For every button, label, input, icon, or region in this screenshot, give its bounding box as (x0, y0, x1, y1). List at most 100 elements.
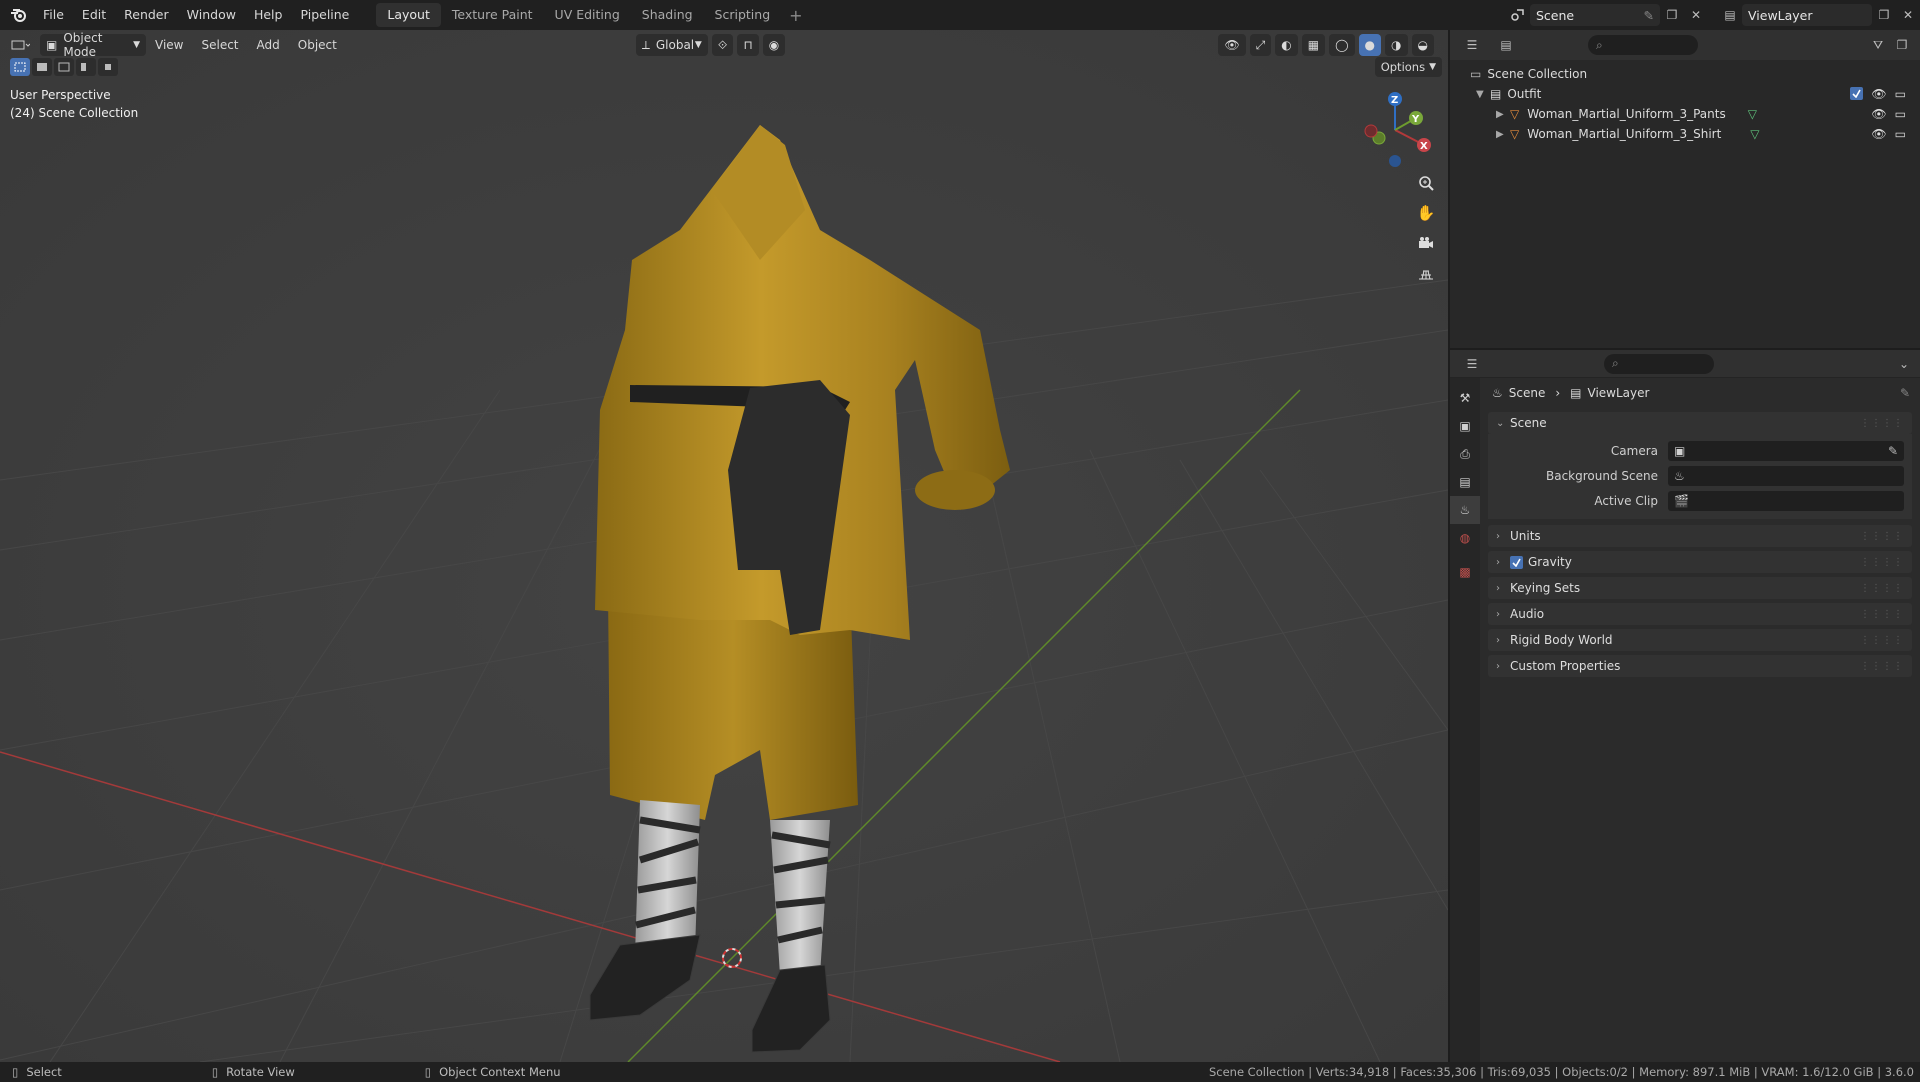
panel-keying-sets-header[interactable]: › Keying Sets ⋮⋮⋮⋮ (1488, 577, 1912, 599)
blender-logo-icon[interactable] (4, 0, 34, 30)
eyedropper-icon[interactable]: ✎ (1888, 444, 1898, 458)
scene-name-field[interactable]: Scene ✎ (1530, 4, 1660, 26)
filter-icon[interactable]: ⛛ (1866, 34, 1890, 56)
outliner-editor-type-icon[interactable]: ☰ (1460, 34, 1484, 56)
navigation-gizmo[interactable]: Z X Y (1355, 85, 1435, 175)
proportional-edit-button[interactable]: ◉ (762, 34, 786, 56)
visibility-icon[interactable]: 👁 (1218, 34, 1246, 56)
material-shading-icon[interactable]: ◑ (1385, 34, 1408, 56)
drag-grip-icon[interactable]: ⋮⋮⋮⋮ (1860, 609, 1904, 620)
drag-grip-icon[interactable]: ⋮⋮⋮⋮ (1860, 557, 1904, 568)
viewport-menu-view[interactable]: View (146, 34, 192, 56)
outliner-item-scene-collection[interactable]: ▭ Scene Collection (1450, 64, 1920, 84)
tab-scene[interactable]: ♨ (1450, 496, 1480, 524)
view-layer-icon[interactable]: ▤ (1718, 4, 1742, 26)
transform-orientation-dropdown[interactable]: ⟂ Global ▼ (635, 34, 708, 56)
panel-units-header[interactable]: › Units ⋮⋮⋮⋮ (1488, 525, 1912, 547)
tab-uv-editing[interactable]: UV Editing (544, 3, 631, 27)
pan-hand-icon[interactable]: ✋ (1412, 199, 1440, 227)
menu-file[interactable]: File (34, 3, 73, 27)
viewport-menu-select[interactable]: Select (192, 34, 247, 56)
new-collection-icon[interactable]: ❐ (1890, 34, 1914, 56)
breadcrumb-scene[interactable]: Scene (1509, 386, 1546, 400)
menu-render[interactable]: Render (115, 3, 178, 27)
new-scene-icon[interactable]: ❐ (1660, 4, 1684, 26)
select-subtract-icon[interactable] (54, 58, 74, 76)
overlays-icon[interactable]: ◐ (1275, 34, 1298, 56)
camera-field[interactable]: ▣ ✎ (1668, 440, 1904, 461)
tab-world[interactable]: ◍ (1450, 524, 1480, 552)
drag-grip-icon[interactable]: ⋮⋮⋮⋮ (1860, 661, 1904, 672)
expand-icon[interactable]: ▶ (1496, 109, 1510, 120)
render-toggle-icon[interactable]: ▭ (1895, 87, 1906, 101)
visibility-eye-icon[interactable]: 👁 (1871, 87, 1886, 101)
visibility-eye-icon[interactable]: 👁 (1871, 107, 1886, 121)
gizmo-toggle-icon[interactable]: ⤢ (1249, 34, 1272, 56)
render-toggle-icon[interactable]: ▭ (1895, 127, 1906, 141)
drag-grip-icon[interactable]: ⋮⋮⋮⋮ (1860, 418, 1904, 429)
zoom-icon[interactable] (1412, 169, 1440, 197)
expand-icon[interactable]: ▶ (1496, 129, 1510, 140)
properties-editor-type-icon[interactable]: ☰ (1460, 353, 1484, 375)
add-workspace-button[interactable]: + (781, 6, 810, 25)
gravity-checkbox[interactable] (1510, 555, 1523, 569)
pin-icon[interactable]: ✎ (1900, 386, 1910, 400)
breadcrumb-view-layer[interactable]: ViewLayer (1588, 386, 1650, 400)
panel-custom-properties-header[interactable]: › Custom Properties ⋮⋮⋮⋮ (1488, 655, 1912, 677)
select-intersect-icon[interactable] (98, 58, 118, 76)
display-mode-icon[interactable]: ▤ (1494, 34, 1518, 56)
mesh-data-icon[interactable]: ▽ (1750, 127, 1759, 141)
menu-window[interactable]: Window (178, 3, 245, 27)
menu-help[interactable]: Help (245, 3, 292, 27)
chevron-down-icon[interactable]: ⌄ (1892, 353, 1916, 375)
drag-grip-icon[interactable]: ⋮⋮⋮⋮ (1860, 583, 1904, 594)
new-view-layer-icon[interactable]: ❐ (1872, 4, 1896, 26)
expand-icon[interactable]: ▼ (1476, 89, 1490, 100)
tab-output[interactable]: ⎙ (1450, 440, 1480, 468)
drag-grip-icon[interactable]: ⋮⋮⋮⋮ (1860, 531, 1904, 542)
xray-icon[interactable]: ▦ (1301, 34, 1326, 56)
pivot-point-button[interactable]: ⟐ (711, 34, 734, 56)
outliner-item-outfit[interactable]: ▼ ▤ Outfit 👁 ▭ (1450, 84, 1920, 104)
tab-scripting[interactable]: Scripting (704, 3, 782, 27)
select-extend-icon[interactable] (32, 58, 52, 76)
exclude-checkbox[interactable] (1850, 87, 1864, 100)
tab-tool[interactable]: ⚒ (1450, 384, 1480, 412)
drag-grip-icon[interactable]: ⋮⋮⋮⋮ (1860, 635, 1904, 646)
menu-edit[interactable]: Edit (73, 3, 115, 27)
editor-type-button[interactable] (4, 34, 36, 56)
pin-icon[interactable]: ✎ (1644, 8, 1654, 23)
active-clip-field[interactable]: 🎬 (1668, 490, 1904, 511)
menu-pipeline[interactable]: Pipeline (291, 3, 358, 27)
delete-scene-icon[interactable]: ✕ (1684, 4, 1708, 26)
scene-icon[interactable] (1506, 4, 1530, 26)
solid-shading-icon[interactable]: ● (1358, 34, 1382, 56)
object-mode-dropdown[interactable]: ▣ Object Mode ▼ (40, 31, 146, 59)
view-layer-field[interactable]: ViewLayer (1742, 4, 1872, 26)
wireframe-shading-icon[interactable]: ◯ (1329, 34, 1355, 56)
outliner-item-pants[interactable]: ▶ ▽ Woman_Martial_Uniform_3_Pants ▽ 👁 ▭ (1450, 104, 1920, 124)
outliner-item-shirt[interactable]: ▶ ▽ Woman_Martial_Uniform_3_Shirt ▽ 👁 ▭ (1450, 124, 1920, 144)
tab-texture-paint[interactable]: Texture Paint (441, 3, 544, 27)
background-scene-field[interactable]: ♨ (1668, 465, 1904, 486)
select-invert-icon[interactable] (76, 58, 96, 76)
outliner-search-input[interactable]: ⌕ (1588, 35, 1698, 55)
delete-view-layer-icon[interactable]: ✕ (1896, 4, 1920, 26)
render-toggle-icon[interactable]: ▭ (1895, 107, 1906, 121)
camera-view-icon[interactable] (1412, 229, 1440, 257)
3d-viewport[interactable]: ▣ Object Mode ▼ View Select Add Object ⟂… (0, 30, 1448, 1062)
options-dropdown[interactable]: Options ▼ (1374, 57, 1442, 77)
panel-gravity-header[interactable]: › Gravity ⋮⋮⋮⋮ (1488, 551, 1912, 573)
ortho-grid-icon[interactable] (1412, 259, 1440, 287)
tab-render[interactable]: ▣ (1450, 412, 1480, 440)
snap-button[interactable]: ⊓ (737, 34, 759, 56)
tab-shading[interactable]: Shading (631, 3, 704, 27)
panel-rigid-body-world-header[interactable]: › Rigid Body World ⋮⋮⋮⋮ (1488, 629, 1912, 651)
tab-layout[interactable]: Layout (376, 3, 441, 27)
panel-scene-header[interactable]: ⌄ Scene ⋮⋮⋮⋮ (1488, 412, 1912, 434)
viewport-menu-add[interactable]: Add (248, 34, 289, 56)
visibility-eye-icon[interactable]: 👁 (1871, 127, 1886, 141)
rendered-shading-icon[interactable]: ◒ (1411, 34, 1434, 56)
select-box-icon[interactable] (10, 58, 30, 76)
viewport-menu-object[interactable]: Object (289, 34, 346, 56)
